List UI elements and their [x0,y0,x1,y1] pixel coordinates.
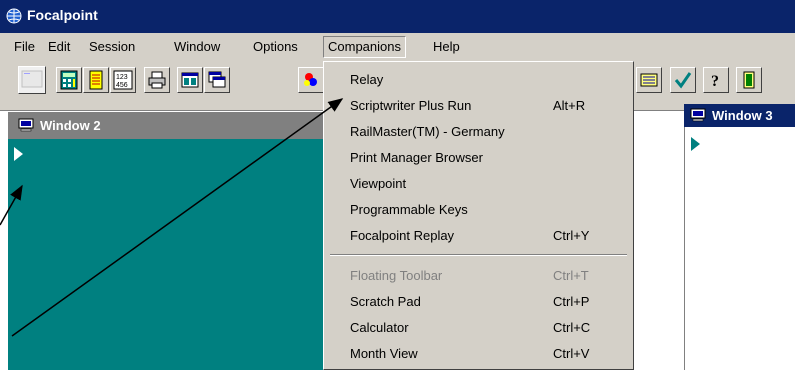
annotation-arrow-menu [11,98,344,337]
annotation-arrow-window [0,184,23,226]
annotation-arrows [0,98,344,337]
